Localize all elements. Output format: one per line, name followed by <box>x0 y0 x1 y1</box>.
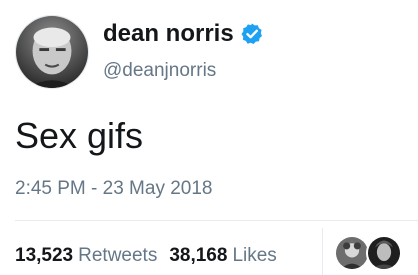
likes-label: Likes <box>232 245 277 266</box>
likes-count: 38,168 <box>169 245 228 266</box>
tweet-stats: 13,523 Retweets 38,168 Likes <box>15 246 277 265</box>
liker-avatar[interactable] <box>366 235 402 271</box>
retweets-label: Retweets <box>78 245 158 266</box>
display-name[interactable]: dean norris <box>103 22 264 46</box>
avatar-photo <box>16 16 88 88</box>
divider <box>15 220 418 221</box>
username-handle[interactable]: @deanjnorris <box>103 61 216 80</box>
verified-badge-icon <box>240 22 264 46</box>
retweets-stat[interactable]: 13,523 Retweets <box>15 246 157 265</box>
liker-avatar[interactable] <box>334 235 370 271</box>
avatar[interactable] <box>15 15 89 89</box>
retweets-count: 13,523 <box>15 245 74 266</box>
likes-stat[interactable]: 38,168 Likes <box>169 246 276 265</box>
tweet-card: dean norris @deanjnorris Sex gifs 2:45 P… <box>0 0 418 275</box>
tweet-text: Sex gifs <box>15 115 144 156</box>
stats-separator <box>322 228 323 275</box>
display-name-text: dean norris <box>103 20 234 47</box>
tweet-timestamp[interactable]: 2:45 PM - 23 May 2018 <box>15 179 213 198</box>
